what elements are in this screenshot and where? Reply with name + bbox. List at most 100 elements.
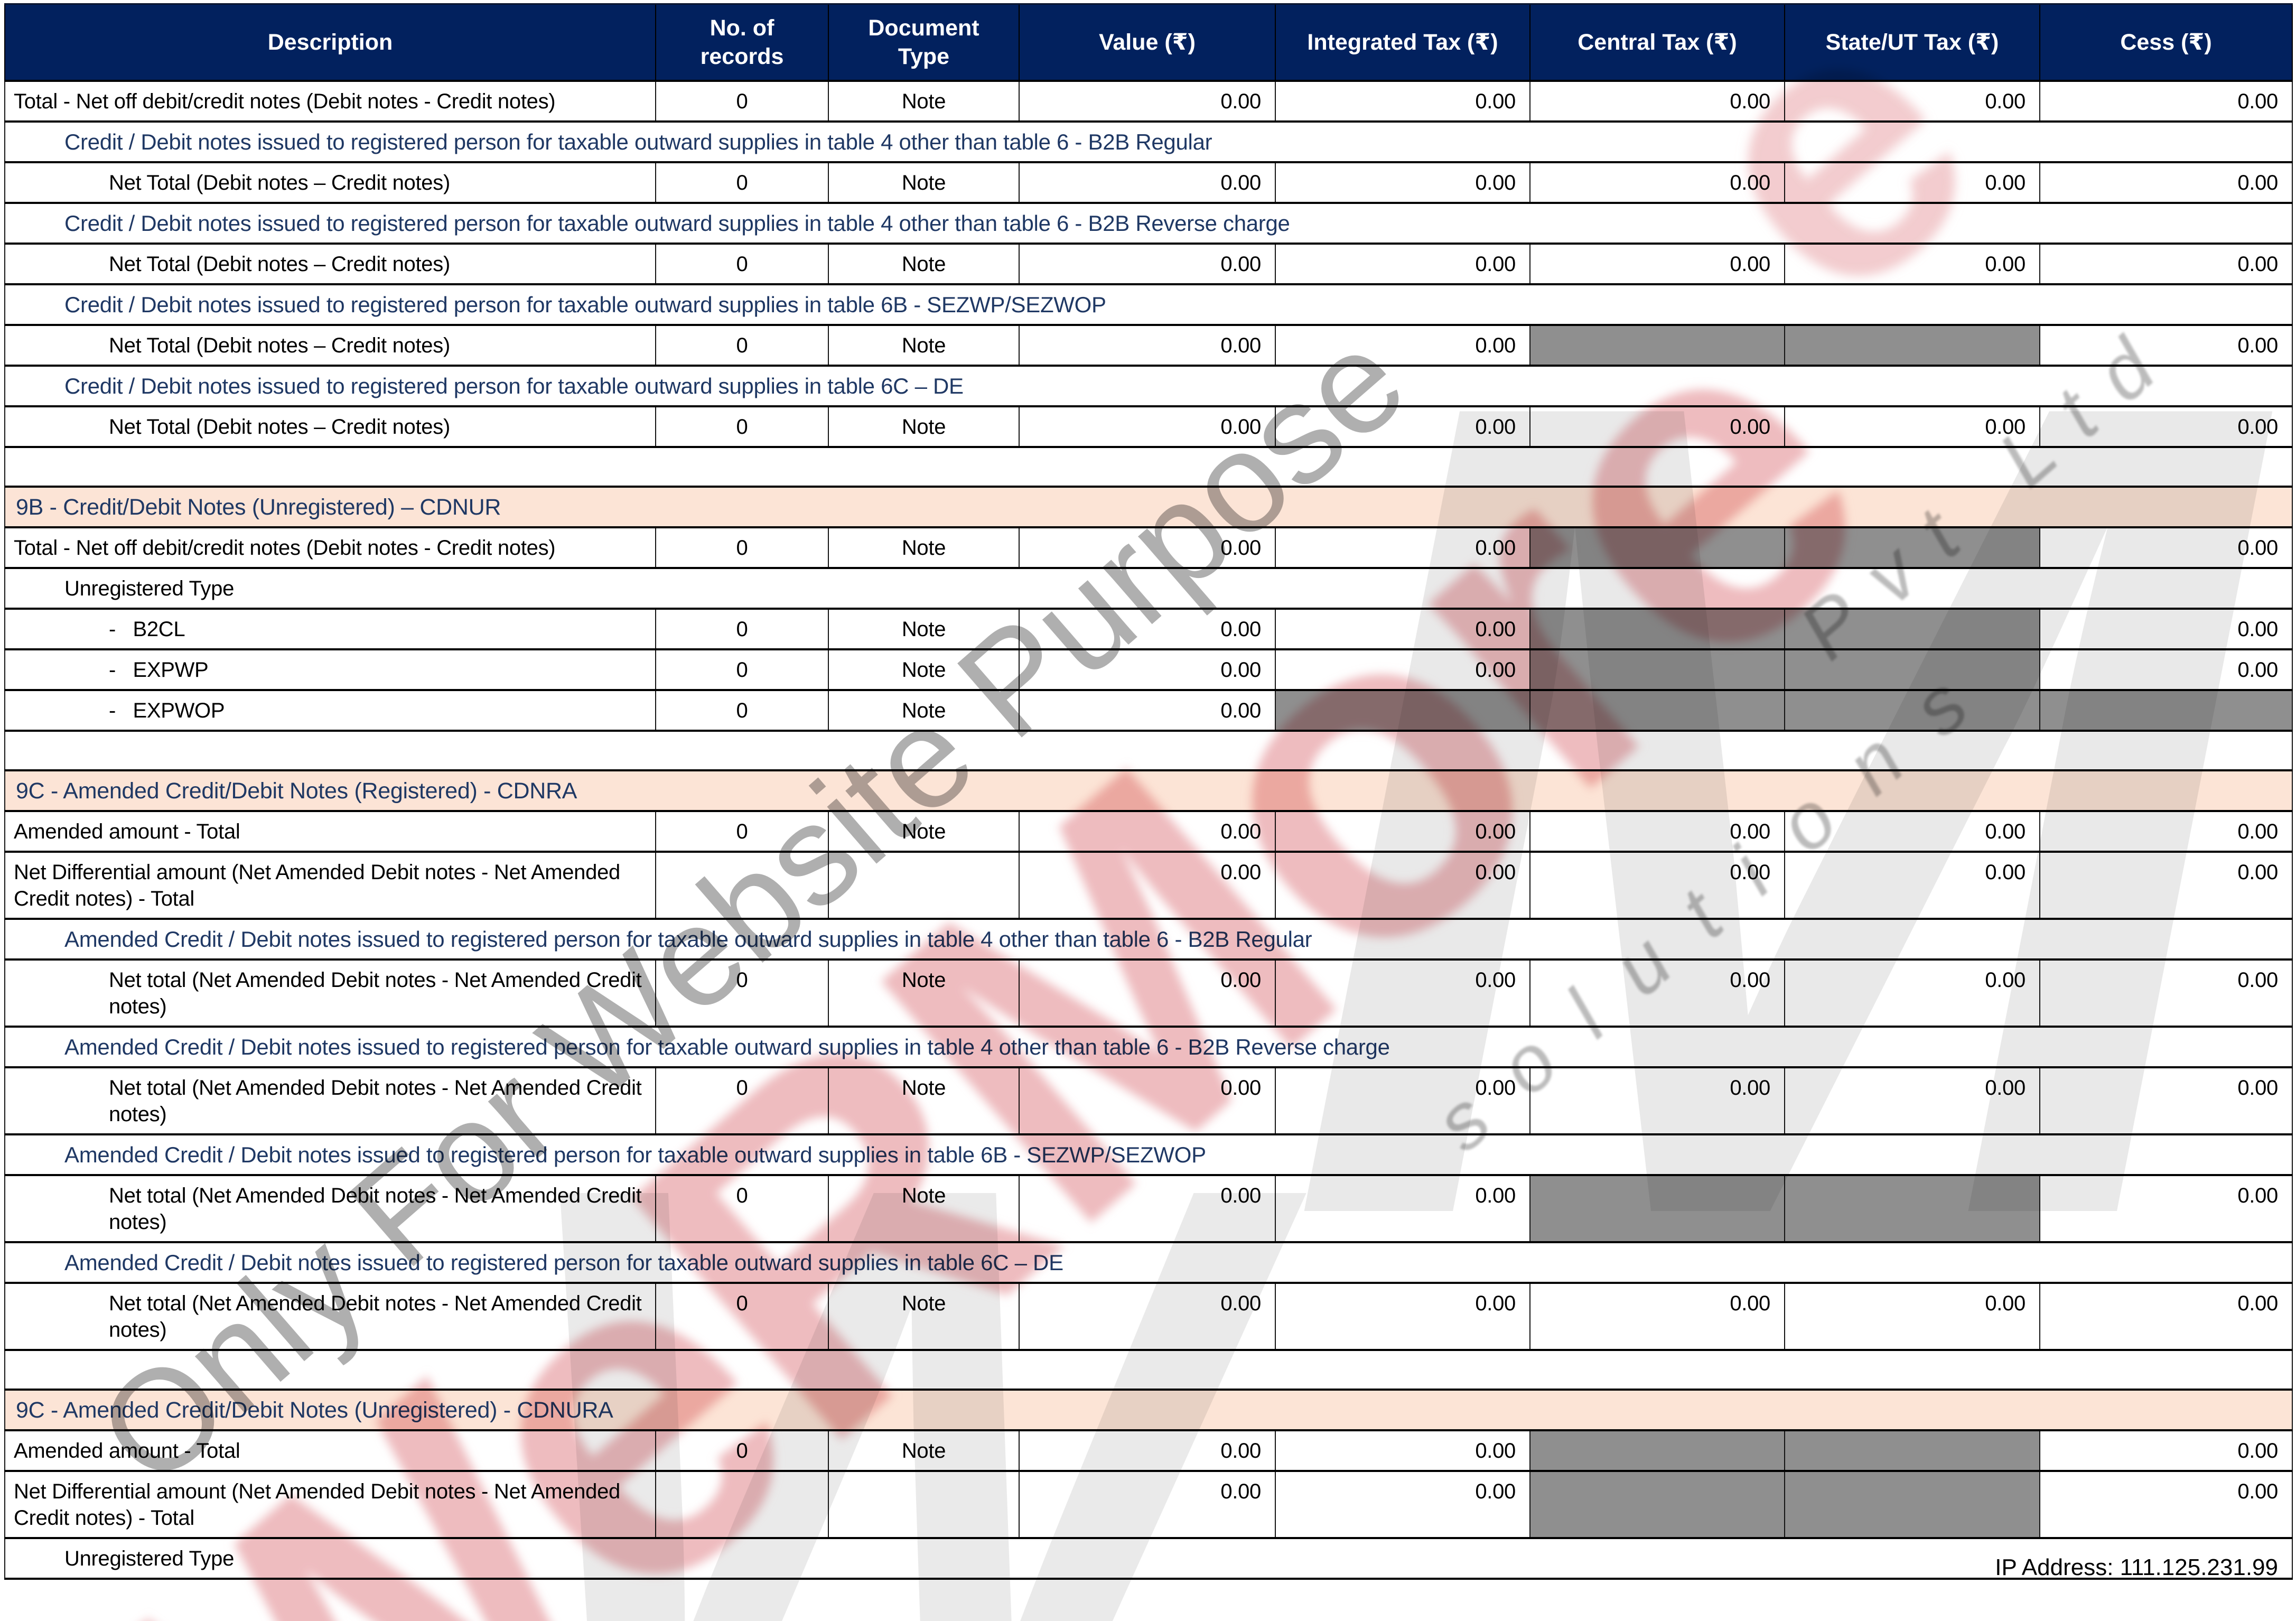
cell-records: 0 (656, 81, 828, 122)
subheader-row: Credit / Debit notes issued to registere… (5, 203, 2292, 244)
cell-integrated-tax: 0.00 (1275, 527, 1530, 568)
cell-description: Net Total (Debit notes – Credit notes) (5, 162, 656, 203)
cell-central-tax (1530, 1430, 1785, 1471)
cell-doctype: Note (828, 690, 1019, 731)
cell-integrated-tax: 0.00 (1275, 406, 1530, 447)
table-row: Net total (Net Amended Debit notes - Net… (5, 959, 2292, 1027)
column-header-integrated-tax: Integrated Tax (₹) (1275, 4, 1530, 81)
table-row: Net Total (Debit notes – Credit notes)0N… (5, 244, 2292, 284)
cell-description: Net Total (Debit notes – Credit notes) (5, 325, 656, 366)
cell-value: 0.00 (1019, 527, 1275, 568)
cell-value: 0.00 (1019, 649, 1275, 690)
table-row: Net total (Net Amended Debit notes - Net… (5, 1067, 2292, 1134)
column-header-central-tax: Central Tax (₹) (1530, 4, 1785, 81)
cell-records: 0 (656, 162, 828, 203)
label-row: Unregistered Type (5, 568, 2292, 609)
cell-doctype: Note (828, 244, 1019, 284)
table-row: Net total (Net Amended Debit notes - Net… (5, 1175, 2292, 1242)
cell-state-ut-tax (1785, 325, 2040, 366)
label-row: Unregistered Type (5, 1538, 2292, 1579)
table-row: Amended amount - Total0Note0.000.000.000… (5, 811, 2292, 852)
cell-doctype: Note (828, 649, 1019, 690)
column-header-records: No. of records (656, 4, 828, 81)
cell-integrated-tax: 0.00 (1275, 1283, 1530, 1350)
cell-central-tax (1530, 690, 1785, 731)
cell-central-tax (1530, 325, 1785, 366)
gst-summary-table: DescriptionNo. of recordsDocument TypeVa… (4, 3, 2293, 1580)
table-row: Total - Net off debit/credit notes (Debi… (5, 527, 2292, 568)
subheader-row: Credit / Debit notes issued to registere… (5, 122, 2292, 162)
header-row: DescriptionNo. of recordsDocument TypeVa… (5, 4, 2292, 81)
subheader-row: Amended Credit / Debit notes issued to r… (5, 1242, 2292, 1283)
cell-central-tax: 0.00 (1530, 244, 1785, 284)
cell-doctype: Note (828, 81, 1019, 122)
cell-value: 0.00 (1019, 690, 1275, 731)
cell-cess: 0.00 (2040, 852, 2292, 919)
cell-central-tax: 0.00 (1530, 81, 1785, 122)
cell-cess: 0.00 (2040, 406, 2292, 447)
cell-description: Net Total (Debit notes – Credit notes) (5, 244, 656, 284)
cell-value: 0.00 (1019, 325, 1275, 366)
cell-value: 0.00 (1019, 1175, 1275, 1242)
subsection-title: Amended Credit / Debit notes issued to r… (5, 1134, 2292, 1175)
cell-integrated-tax: 0.00 (1275, 811, 1530, 852)
cell-integrated-tax: 0.00 (1275, 1067, 1530, 1134)
cell-records: 0 (656, 325, 828, 366)
column-header-state-ut-tax: State/UT Tax (₹) (1785, 4, 2040, 81)
cell-description: Net total (Net Amended Debit notes - Net… (5, 1283, 656, 1350)
cell-state-ut-tax: 0.00 (1785, 1067, 2040, 1134)
cell-doctype: Note (828, 1430, 1019, 1471)
cell-records: 0 (656, 1067, 828, 1134)
cell-records: 0 (656, 1175, 828, 1242)
cell-cess: 0.00 (2040, 162, 2292, 203)
cell-records: 0 (656, 244, 828, 284)
subheader-row: Amended Credit / Debit notes issued to r… (5, 919, 2292, 959)
cell-doctype: Note (828, 527, 1019, 568)
column-header-description: Description (5, 4, 656, 81)
cell-description: Total - Net off debit/credit notes (Debi… (5, 527, 656, 568)
cell-description: Amended amount - Total (5, 811, 656, 852)
cell-state-ut-tax (1785, 527, 2040, 568)
cell-description: Net Differential amount (Net Amended Deb… (5, 1471, 656, 1538)
subheader-row: Amended Credit / Debit notes issued to r… (5, 1027, 2292, 1067)
cell-central-tax: 0.00 (1530, 959, 1785, 1027)
cell-cess: 0.00 (2040, 1430, 2292, 1471)
cell-description: Amended amount - Total (5, 1430, 656, 1471)
cell-description: - EXPWOP (5, 690, 656, 731)
cell-value: 0.00 (1019, 811, 1275, 852)
subheader-row: Credit / Debit notes issued to registere… (5, 366, 2292, 406)
cell-central-tax (1530, 527, 1785, 568)
cell-doctype: Note (828, 609, 1019, 649)
ip-address-label: IP Address: 111.125.231.99 (1995, 1554, 2278, 1581)
cell-integrated-tax: 0.00 (1275, 1175, 1530, 1242)
cell-cess: 0.00 (2040, 959, 2292, 1027)
column-header-value: Value (₹) (1019, 4, 1275, 81)
subsection-title: Credit / Debit notes issued to registere… (5, 366, 2292, 406)
report-page: DescriptionNo. of recordsDocument TypeVa… (0, 0, 2296, 1621)
cell-integrated-tax (1275, 690, 1530, 731)
subsection-title: Amended Credit / Debit notes issued to r… (5, 1027, 2292, 1067)
section-header: 9C - Amended Credit/Debit Notes (Registe… (5, 770, 2292, 811)
cell-state-ut-tax: 0.00 (1785, 162, 2040, 203)
cell-description: Net total (Net Amended Debit notes - Net… (5, 1175, 656, 1242)
subheader-row: Credit / Debit notes issued to registere… (5, 284, 2292, 325)
cell-central-tax: 0.00 (1530, 1283, 1785, 1350)
cell-doctype: Note (828, 959, 1019, 1027)
cell-records: 0 (656, 527, 828, 568)
cell-records: 0 (656, 649, 828, 690)
cell-doctype: Note (828, 1175, 1019, 1242)
cell-description: Net Differential amount (Net Amended Deb… (5, 852, 656, 919)
column-header-cess: Cess (₹) (2040, 4, 2292, 81)
table-row: - EXPWP0Note0.000.000.00 (5, 649, 2292, 690)
cell-central-tax: 0.00 (1530, 852, 1785, 919)
spacer-cell (5, 447, 2292, 487)
cell-integrated-tax: 0.00 (1275, 1430, 1530, 1471)
table-row: Net total (Net Amended Debit notes - Net… (5, 1283, 2292, 1350)
column-header-doctype: Document Type (828, 4, 1019, 81)
section-row: 9C - Amended Credit/Debit Notes (Registe… (5, 770, 2292, 811)
cell-cess: 0.00 (2040, 811, 2292, 852)
table-body: Total - Net off debit/credit notes (Debi… (5, 81, 2292, 1579)
cell-records: 0 (656, 609, 828, 649)
group-label: Unregistered Type (5, 568, 2292, 609)
table-row: Total - Net off debit/credit notes (Debi… (5, 81, 2292, 122)
